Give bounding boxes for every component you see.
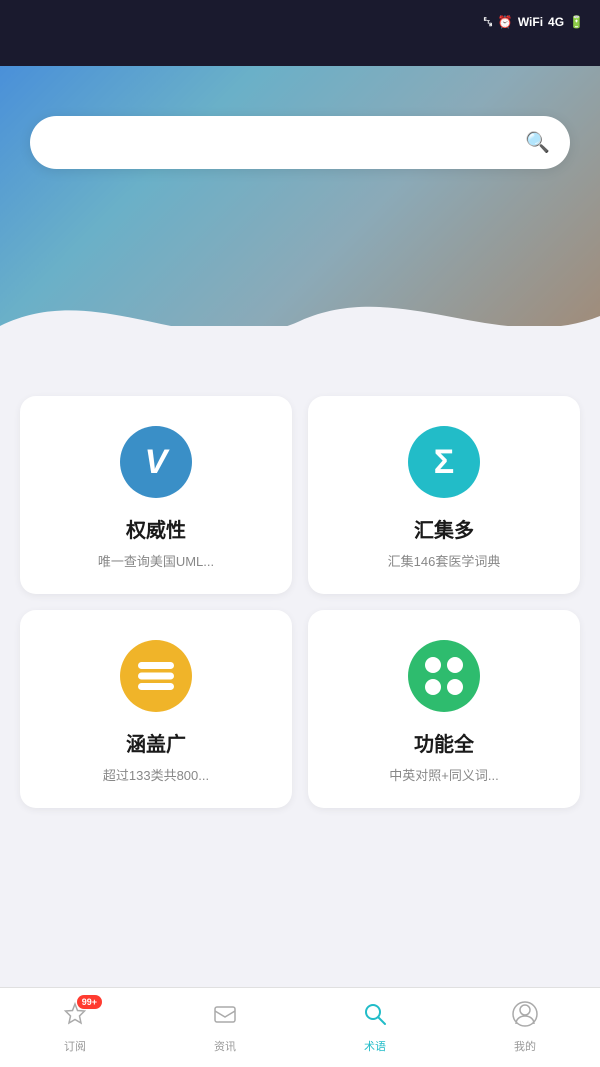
card-desc-function: 中英对照+同义词... <box>389 765 498 784</box>
tab-label-profile: 我的 <box>514 1038 536 1054</box>
tab-label-subscribe: 订阅 <box>64 1038 86 1054</box>
tab-profile[interactable]: 我的 <box>450 1001 600 1054</box>
card-function[interactable]: 功能全 中英对照+同义词... <box>308 610 580 808</box>
tab-label-news: 资讯 <box>214 1038 236 1054</box>
tab-terms[interactable]: 术语 <box>300 1001 450 1054</box>
tab-bar: 99+ 订阅 资讯 术语 我的 <box>0 987 600 1067</box>
card-authority[interactable]: V 权威性 唯一查询美国UML... <box>20 396 292 594</box>
search-icon[interactable]: 🔍 <box>525 130 550 155</box>
card-title-function: 功能全 <box>414 728 474 757</box>
battery-icon: 🔋 <box>569 15 584 29</box>
card-icon-collection: Σ <box>408 426 480 498</box>
tab-icon-profile <box>512 1001 538 1034</box>
tab-label-terms: 术语 <box>364 1038 386 1054</box>
tab-icon-news <box>212 1001 238 1034</box>
card-coverage[interactable]: 涵盖广 超过133类共800... <box>20 610 292 808</box>
hero-section: 🔍 <box>0 66 600 386</box>
card-desc-collection: 汇集146套医学词典 <box>388 551 501 570</box>
tab-icon-terms <box>362 1001 388 1034</box>
tab-badge-subscribe: 99+ <box>77 995 102 1009</box>
card-title-coverage: 涵盖广 <box>126 728 186 757</box>
tab-subscribe[interactable]: 99+ 订阅 <box>0 1001 150 1054</box>
card-title-authority: 权威性 <box>126 514 186 543</box>
hero-wave <box>0 266 600 386</box>
search-bar[interactable]: 🔍 <box>30 116 570 169</box>
card-collection[interactable]: Σ 汇集多 汇集146套医学词典 <box>308 396 580 594</box>
page-header <box>0 44 600 66</box>
search-container: 🔍 <box>30 116 570 169</box>
status-bar: ␗ ⏰ WiFi 4G 🔋 <box>0 0 600 44</box>
card-title-collection: 汇集多 <box>414 514 474 543</box>
cards-grid: V 权威性 唯一查询美国UML... Σ 汇集多 汇集146套医学词典 涵盖广 … <box>0 376 600 828</box>
card-desc-authority: 唯一查询美国UML... <box>98 551 214 570</box>
card-icon-function <box>408 640 480 712</box>
card-icon-authority: V <box>120 426 192 498</box>
bluetooth-icon: ␗ <box>483 15 493 30</box>
alarm-icon: ⏰ <box>498 15 513 29</box>
card-desc-coverage: 超过133类共800... <box>103 765 209 784</box>
signal-icon: 4G <box>548 15 564 29</box>
tab-news[interactable]: 资讯 <box>150 1001 300 1054</box>
status-icons: ␗ ⏰ WiFi 4G 🔋 <box>483 15 584 30</box>
wifi-icon: WiFi <box>518 15 543 29</box>
tab-icon-subscribe: 99+ <box>62 1001 88 1034</box>
card-icon-coverage <box>120 640 192 712</box>
